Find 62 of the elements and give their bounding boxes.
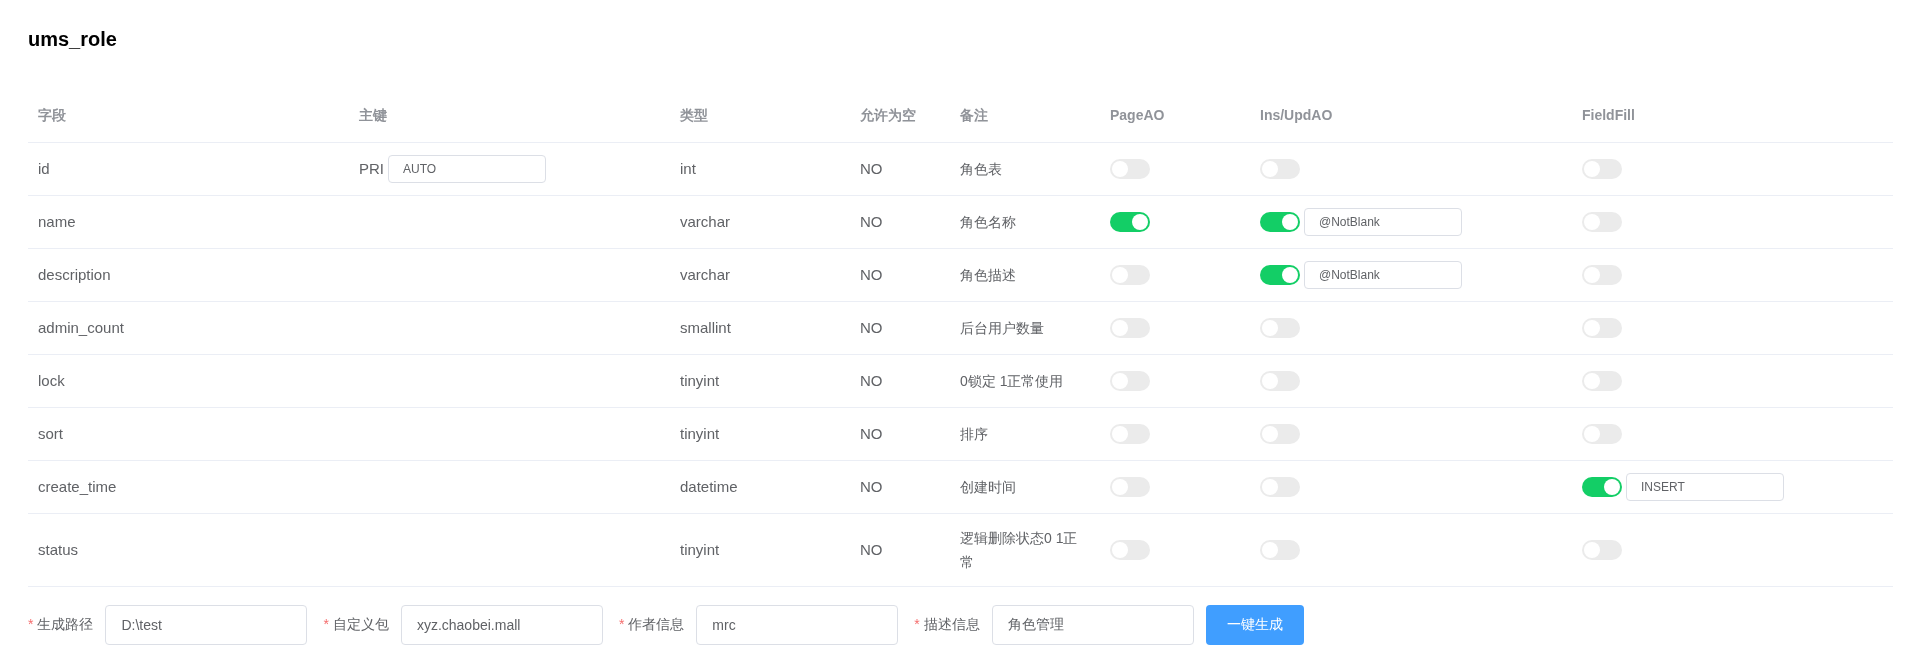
column-header: 允许为空 — [860, 107, 916, 124]
comment-cell: 后台用户数量 — [960, 319, 1044, 336]
nullable-cell: NO — [860, 212, 883, 230]
type-cell: smallint — [680, 318, 731, 336]
column-header: PageAO — [1110, 107, 1165, 124]
column-header: 备注 — [960, 107, 988, 124]
nullable-cell: NO — [860, 477, 883, 495]
column-header: FieldFill — [1582, 107, 1635, 124]
type-cell: tinyint — [680, 424, 720, 442]
required-asterisk: * — [618, 615, 625, 634]
column-header: 字段 — [38, 107, 66, 124]
input-field[interactable]: xyz.chaobei.mall — [400, 604, 603, 645]
field-name: create_time — [38, 477, 117, 495]
column-header: 类型 — [680, 107, 708, 124]
nullable-cell: NO — [860, 424, 883, 442]
comment-cell: 排序 — [960, 425, 988, 442]
type-cell: varchar — [680, 265, 731, 283]
input-field[interactable]: 角色管理 — [991, 604, 1194, 645]
required-asterisk: * — [323, 615, 329, 634]
field-name: lock — [38, 371, 65, 389]
comment-cell: 创建时间 — [960, 478, 1016, 495]
input-field[interactable]: INSERT — [1626, 472, 1784, 501]
toggle-switch[interactable] — [1110, 211, 1150, 232]
nullable-cell: NO — [860, 265, 883, 283]
input-field[interactable]: AUTO — [388, 154, 546, 183]
nullable-cell: NO — [860, 371, 883, 389]
input-field[interactable]: @NotBlank — [1304, 207, 1462, 236]
column-header: Ins/UpdAO — [1260, 107, 1333, 124]
form-label: 描述信息 — [923, 615, 980, 634]
type-cell: varchar — [680, 212, 731, 230]
toggle-switch[interactable] — [1260, 211, 1300, 232]
form-label: 自定义包 — [332, 615, 389, 634]
type-cell: datetime — [680, 477, 738, 495]
column-header: 主键 — [359, 107, 387, 124]
nullable-cell: NO — [860, 159, 883, 177]
type-cell: tinyint — [680, 371, 720, 389]
comment-cell: 角色表 — [960, 160, 1002, 177]
field-name: description — [38, 265, 111, 283]
form-label: 作者信息 — [628, 615, 685, 634]
field-name: name — [38, 212, 76, 230]
comment-cell: 角色描述 — [960, 266, 1016, 283]
input-field[interactable]: @NotBlank — [1304, 260, 1462, 289]
type-cell: tinyint — [680, 540, 720, 558]
field-name: id — [38, 159, 50, 177]
page-title: ums_role — [28, 27, 118, 52]
nullable-cell: NO — [860, 540, 883, 558]
comment-cell: 逻辑删除状态0 1正常 — [960, 529, 1078, 570]
input-field[interactable]: D:\test — [105, 604, 308, 645]
toggle-switch[interactable] — [1582, 476, 1622, 497]
input-field[interactable]: mrc — [696, 604, 899, 645]
field-name: sort — [38, 424, 63, 442]
required-asterisk: * — [28, 615, 34, 634]
comment-cell: 角色名称 — [960, 213, 1016, 230]
nullable-cell: NO — [860, 318, 883, 336]
form-label: 生成路径 — [37, 615, 94, 634]
key-label: PRI — [359, 158, 384, 179]
toggle-switch[interactable] — [1260, 264, 1300, 285]
field-name: status — [38, 540, 79, 558]
required-asterisk: * — [914, 615, 920, 634]
type-cell: int — [680, 159, 696, 177]
comment-cell: 0锁定 1正常使用 — [960, 372, 1064, 389]
field-name: admin_count — [38, 318, 124, 336]
